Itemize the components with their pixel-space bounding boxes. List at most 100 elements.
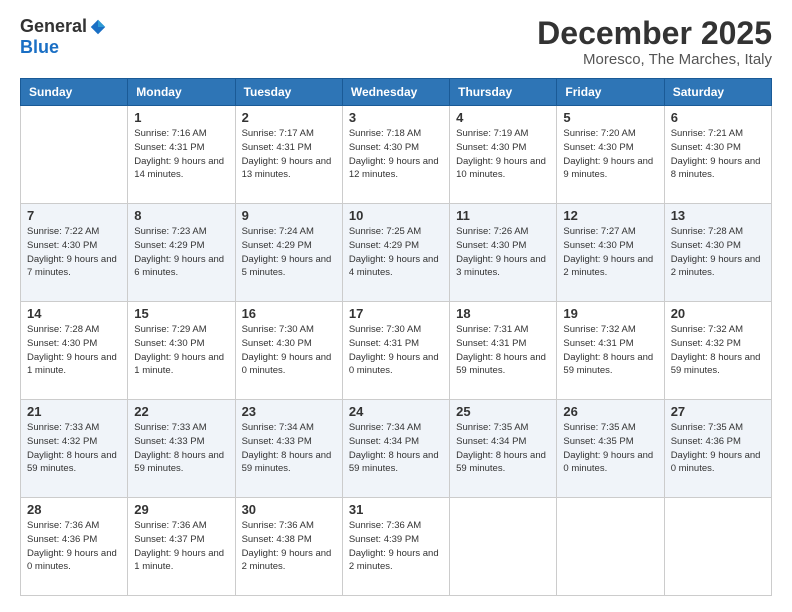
day-number: 19 bbox=[563, 306, 657, 321]
day-number: 24 bbox=[349, 404, 443, 419]
calendar-cell: 4 Sunrise: 7:19 AM Sunset: 4:30 PM Daylig… bbox=[450, 106, 557, 204]
day-info: Sunrise: 7:30 AM Sunset: 4:30 PM Dayligh… bbox=[242, 323, 336, 378]
calendar-cell: 19Sunrise: 7:32 AM Sunset: 4:31 PM Dayli… bbox=[557, 302, 664, 400]
day-number: 25 bbox=[456, 404, 550, 419]
day-number: 20 bbox=[671, 306, 765, 321]
day-number: 1 bbox=[134, 110, 228, 125]
calendar-cell bbox=[450, 498, 557, 596]
day-info: Sunrise: 7:34 AM Sunset: 4:34 PM Dayligh… bbox=[349, 421, 443, 476]
logo-blue: Blue bbox=[20, 37, 59, 58]
day-number: 22 bbox=[134, 404, 228, 419]
day-info: Sunrise: 7:21 AM Sunset: 4:30 PM Dayligh… bbox=[671, 127, 765, 182]
day-number: 21 bbox=[27, 404, 121, 419]
calendar-cell: 12Sunrise: 7:27 AM Sunset: 4:30 PM Dayli… bbox=[557, 204, 664, 302]
calendar-cell: 21 Sunrise: 7:33 AM Sunset: 4:32 PM Dayli… bbox=[21, 400, 128, 498]
header: General Blue December 2025 Moresco, The … bbox=[20, 16, 772, 68]
calendar-cell bbox=[557, 498, 664, 596]
logo-general: General bbox=[20, 16, 87, 37]
day-info: Sunrise: 7:33 AM Sunset: 4:32 PM Dayligh… bbox=[27, 421, 121, 476]
week-row-2: 7Sunrise: 7:22 AM Sunset: 4:30 PM Daylig… bbox=[21, 204, 772, 302]
logo-icon bbox=[89, 18, 107, 36]
day-number: 31 bbox=[349, 502, 443, 517]
calendar-cell: 27Sunrise: 7:35 AM Sunset: 4:36 PM Dayli… bbox=[664, 400, 771, 498]
calendar-cell: 1 Sunrise: 7:16 AM Sunset: 4:31 PM Daylig… bbox=[128, 106, 235, 204]
calendar-cell: 16 Sunrise: 7:30 AM Sunset: 4:30 PM Dayli… bbox=[235, 302, 342, 400]
day-info: Sunrise: 7:17 AM Sunset: 4:31 PM Dayligh… bbox=[242, 127, 336, 182]
day-info: Sunrise: 7:19 AM Sunset: 4:30 PM Dayligh… bbox=[456, 127, 550, 182]
day-number: 15 bbox=[134, 306, 228, 321]
calendar-cell: 2 Sunrise: 7:17 AM Sunset: 4:31 PM Daylig… bbox=[235, 106, 342, 204]
calendar-cell: 6 Sunrise: 7:21 AM Sunset: 4:30 PM Daylig… bbox=[664, 106, 771, 204]
day-number: 28 bbox=[27, 502, 121, 517]
day-info: Sunrise: 7:36 AM Sunset: 4:37 PM Dayligh… bbox=[134, 519, 228, 574]
calendar-cell: 7Sunrise: 7:22 AM Sunset: 4:30 PM Daylig… bbox=[21, 204, 128, 302]
day-number: 6 bbox=[671, 110, 765, 125]
calendar-cell: 9Sunrise: 7:24 AM Sunset: 4:29 PM Daylig… bbox=[235, 204, 342, 302]
calendar-cell bbox=[664, 498, 771, 596]
calendar-cell: 30 Sunrise: 7:36 AM Sunset: 4:38 PM Dayli… bbox=[235, 498, 342, 596]
day-info: Sunrise: 7:35 AM Sunset: 4:36 PM Dayligh… bbox=[671, 421, 765, 476]
day-number: 2 bbox=[242, 110, 336, 125]
calendar-cell: 31 Sunrise: 7:36 AM Sunset: 4:39 PM Dayli… bbox=[342, 498, 449, 596]
calendar-cell: 23 Sunrise: 7:34 AM Sunset: 4:33 PM Dayli… bbox=[235, 400, 342, 498]
day-info: Sunrise: 7:30 AM Sunset: 4:31 PM Dayligh… bbox=[349, 323, 443, 378]
col-thursday: Thursday bbox=[450, 79, 557, 106]
day-info: Sunrise: 7:36 AM Sunset: 4:36 PM Dayligh… bbox=[27, 519, 121, 574]
calendar-cell: 25 Sunrise: 7:35 AM Sunset: 4:34 PM Dayli… bbox=[450, 400, 557, 498]
day-info: Sunrise: 7:27 AM Sunset: 4:30 PM Dayligh… bbox=[563, 225, 657, 280]
day-number: 14 bbox=[27, 306, 121, 321]
calendar-cell: 11 Sunrise: 7:26 AM Sunset: 4:30 PM Dayli… bbox=[450, 204, 557, 302]
title-section: December 2025 Moresco, The Marches, Ital… bbox=[537, 16, 772, 68]
col-tuesday: Tuesday bbox=[235, 79, 342, 106]
day-number: 8 bbox=[134, 208, 228, 223]
day-info: Sunrise: 7:32 AM Sunset: 4:32 PM Dayligh… bbox=[671, 323, 765, 378]
day-info: Sunrise: 7:18 AM Sunset: 4:30 PM Dayligh… bbox=[349, 127, 443, 182]
day-info: Sunrise: 7:34 AM Sunset: 4:33 PM Dayligh… bbox=[242, 421, 336, 476]
day-number: 29 bbox=[134, 502, 228, 517]
day-number: 30 bbox=[242, 502, 336, 517]
calendar-cell bbox=[21, 106, 128, 204]
week-row-3: 14 Sunrise: 7:28 AM Sunset: 4:30 PM Dayli… bbox=[21, 302, 772, 400]
calendar-cell: 29 Sunrise: 7:36 AM Sunset: 4:37 PM Dayli… bbox=[128, 498, 235, 596]
day-number: 5 bbox=[563, 110, 657, 125]
day-number: 26 bbox=[563, 404, 657, 419]
logo: General Blue bbox=[20, 16, 107, 58]
calendar-cell: 28 Sunrise: 7:36 AM Sunset: 4:36 PM Dayli… bbox=[21, 498, 128, 596]
day-number: 4 bbox=[456, 110, 550, 125]
day-number: 10 bbox=[349, 208, 443, 223]
calendar-cell: 8Sunrise: 7:23 AM Sunset: 4:29 PM Daylig… bbox=[128, 204, 235, 302]
day-number: 16 bbox=[242, 306, 336, 321]
calendar-cell: 20 Sunrise: 7:32 AM Sunset: 4:32 PM Dayli… bbox=[664, 302, 771, 400]
calendar-cell: 5Sunrise: 7:20 AM Sunset: 4:30 PM Daylig… bbox=[557, 106, 664, 204]
col-saturday: Saturday bbox=[664, 79, 771, 106]
calendar-header-row: Sunday Monday Tuesday Wednesday Thursday… bbox=[21, 79, 772, 106]
col-friday: Friday bbox=[557, 79, 664, 106]
day-number: 3 bbox=[349, 110, 443, 125]
day-info: Sunrise: 7:29 AM Sunset: 4:30 PM Dayligh… bbox=[134, 323, 228, 378]
day-number: 18 bbox=[456, 306, 550, 321]
col-wednesday: Wednesday bbox=[342, 79, 449, 106]
week-row-4: 21 Sunrise: 7:33 AM Sunset: 4:32 PM Dayli… bbox=[21, 400, 772, 498]
day-info: Sunrise: 7:26 AM Sunset: 4:30 PM Dayligh… bbox=[456, 225, 550, 280]
day-number: 11 bbox=[456, 208, 550, 223]
day-number: 23 bbox=[242, 404, 336, 419]
day-number: 13 bbox=[671, 208, 765, 223]
day-info: Sunrise: 7:16 AM Sunset: 4:31 PM Dayligh… bbox=[134, 127, 228, 182]
month-title: December 2025 bbox=[537, 16, 772, 51]
page: General Blue December 2025 Moresco, The … bbox=[0, 0, 792, 612]
calendar-cell: 24 Sunrise: 7:34 AM Sunset: 4:34 PM Dayli… bbox=[342, 400, 449, 498]
calendar-cell: 26Sunrise: 7:35 AM Sunset: 4:35 PM Dayli… bbox=[557, 400, 664, 498]
day-info: Sunrise: 7:25 AM Sunset: 4:29 PM Dayligh… bbox=[349, 225, 443, 280]
calendar-cell: 14 Sunrise: 7:28 AM Sunset: 4:30 PM Dayli… bbox=[21, 302, 128, 400]
day-info: Sunrise: 7:35 AM Sunset: 4:34 PM Dayligh… bbox=[456, 421, 550, 476]
calendar-cell: 15 Sunrise: 7:29 AM Sunset: 4:30 PM Dayli… bbox=[128, 302, 235, 400]
day-number: 7 bbox=[27, 208, 121, 223]
day-number: 9 bbox=[242, 208, 336, 223]
day-info: Sunrise: 7:36 AM Sunset: 4:39 PM Dayligh… bbox=[349, 519, 443, 574]
day-info: Sunrise: 7:36 AM Sunset: 4:38 PM Dayligh… bbox=[242, 519, 336, 574]
calendar-cell: 18Sunrise: 7:31 AM Sunset: 4:31 PM Dayli… bbox=[450, 302, 557, 400]
day-info: Sunrise: 7:28 AM Sunset: 4:30 PM Dayligh… bbox=[27, 323, 121, 378]
calendar-table: Sunday Monday Tuesday Wednesday Thursday… bbox=[20, 78, 772, 596]
calendar-cell: 13Sunrise: 7:28 AM Sunset: 4:30 PM Dayli… bbox=[664, 204, 771, 302]
calendar-cell: 10 Sunrise: 7:25 AM Sunset: 4:29 PM Dayli… bbox=[342, 204, 449, 302]
